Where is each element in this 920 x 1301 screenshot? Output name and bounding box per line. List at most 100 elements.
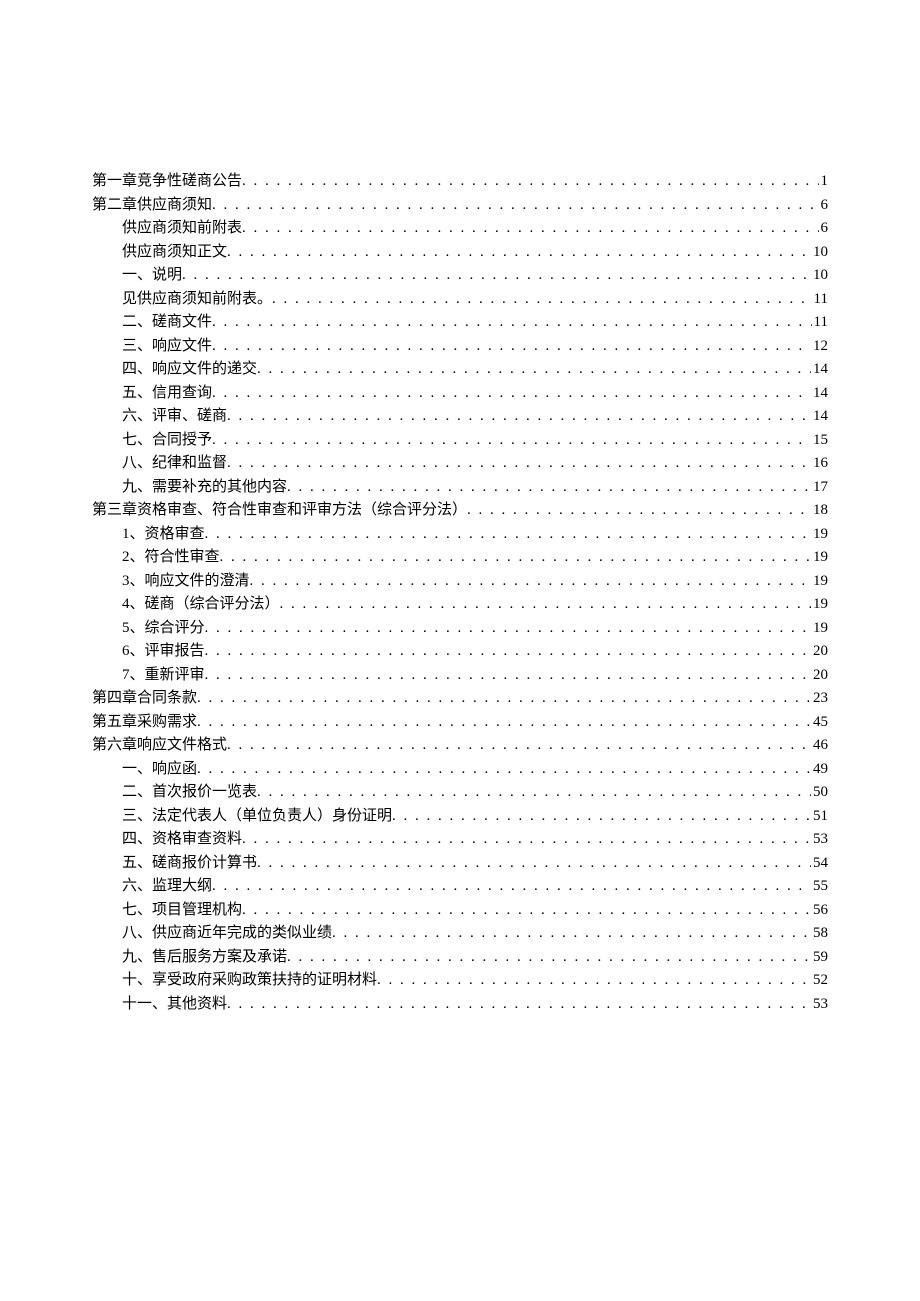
toc-entry: 4、磋商（综合评分法） 19 — [122, 593, 828, 616]
toc-entry-page: 58 — [811, 922, 828, 945]
toc-leader-dots — [197, 687, 811, 710]
toc-entry-page: 56 — [811, 899, 828, 922]
toc-entry: 四、响应文件的递交14 — [122, 358, 828, 381]
toc-entry-page: 19 — [811, 546, 828, 569]
toc-leader-dots — [212, 382, 811, 405]
toc-entry-label: 见供应商须知前附表。 — [122, 288, 272, 311]
toc-entry-label: 一、响应函 — [122, 758, 197, 781]
toc-entry: 五、信用查询 14 — [122, 382, 828, 405]
toc-entry: 第一章竞争性磋商公告 1 — [92, 170, 828, 193]
toc-leader-dots — [287, 946, 811, 969]
toc-entry-page: 15 — [811, 429, 828, 452]
toc-leader-dots — [205, 664, 811, 687]
toc-entry-label: 六、监理大纲 — [122, 875, 212, 898]
toc-entry: 1、资格审查19 — [122, 523, 828, 546]
toc-entry-page: 20 — [811, 664, 828, 687]
toc-entry-page: 49 — [811, 758, 828, 781]
toc-entry-page: 19 — [811, 593, 828, 616]
toc-entry: 7、重新评审 20 — [122, 664, 828, 687]
toc-leader-dots — [205, 523, 811, 546]
toc-entry-label: 第三章资格审查、符合性审查和评审方法（综合评分法） — [92, 499, 467, 522]
toc-leader-dots — [257, 852, 811, 875]
toc-leader-dots — [212, 194, 818, 217]
toc-entry-label: 二、磋商文件 — [122, 311, 212, 334]
toc-entry-label: 六、评审、磋商 — [122, 405, 227, 428]
toc-entry-label: 三、响应文件 — [122, 335, 212, 358]
toc-entry-page: 46 — [811, 734, 828, 757]
toc-leader-dots — [280, 593, 811, 616]
toc-leader-dots — [250, 570, 811, 593]
toc-leader-dots — [212, 429, 811, 452]
toc-leader-dots — [212, 875, 811, 898]
toc-entry-page: 19 — [811, 570, 828, 593]
toc-entry-page: 1 — [819, 170, 829, 193]
toc-entry-page: 14 — [811, 382, 828, 405]
toc-entry: 二、磋商文件 11 — [122, 311, 828, 334]
toc-entry-label: 一、说明 — [122, 264, 182, 287]
toc-entry: 5、综合评分19 — [122, 617, 828, 640]
toc-entry-label: 八、纪律和监督 — [122, 452, 227, 475]
toc-leader-dots — [227, 405, 811, 428]
toc-leader-dots — [227, 452, 811, 475]
toc-entry: 一、响应函 49 — [122, 758, 828, 781]
toc-entry-page: 14 — [811, 405, 828, 428]
toc-entry: 四、资格审查资料53 — [122, 828, 828, 851]
toc-entry: 供应商须知正文 10 — [122, 241, 828, 264]
toc-entry-label: 4、磋商（综合评分法） — [122, 593, 280, 616]
toc-leader-dots — [227, 993, 811, 1016]
toc-leader-dots — [212, 311, 812, 334]
toc-entry-label: 5、综合评分 — [122, 617, 205, 640]
toc-entry-label: 供应商须知前附表 — [122, 217, 242, 240]
toc-entry-label: 四、资格审查资料 — [122, 828, 242, 851]
toc-entry-label: 五、磋商报价计算书 — [122, 852, 257, 875]
toc-entry: 八、纪律和监督16 — [122, 452, 828, 475]
toc-entry-label: 五、信用查询 — [122, 382, 212, 405]
toc-entry: 一、说明10 — [122, 264, 828, 287]
toc-entry-page: 14 — [811, 358, 828, 381]
toc-leader-dots — [287, 476, 811, 499]
toc-entry-page: 11 — [812, 311, 828, 334]
toc-leader-dots — [212, 335, 811, 358]
toc-entry: 三、法定代表人（单位负责人）身份证明51 — [122, 805, 828, 828]
toc-leader-dots — [242, 899, 811, 922]
toc-entry-page: 12 — [811, 335, 828, 358]
toc-entry-page: 10 — [811, 241, 828, 264]
toc-entry-label: 第一章竞争性磋商公告 — [92, 170, 242, 193]
toc-leader-dots — [332, 922, 811, 945]
toc-entry: 供应商须知前附表 6 — [122, 217, 828, 240]
toc-entry-page: 11 — [812, 288, 828, 311]
toc-entry-page: 59 — [811, 946, 828, 969]
toc-entry-label: 7、重新评审 — [122, 664, 205, 687]
toc-entry-label: 2、符合性审查 — [122, 546, 220, 569]
toc-leader-dots — [377, 969, 811, 992]
toc-leader-dots — [197, 758, 811, 781]
toc-entry-label: 供应商须知正文 — [122, 241, 227, 264]
toc-leader-dots — [467, 499, 811, 522]
toc-entry-label: 七、项目管理机构 — [122, 899, 242, 922]
toc-entry-page: 55 — [811, 875, 828, 898]
toc-entry: 第三章资格审查、符合性审查和评审方法（综合评分法） 18 — [92, 499, 828, 522]
toc-leader-dots — [242, 170, 818, 193]
toc-entry: 十一、其他资料53 — [122, 993, 828, 1016]
toc-entry: 十、享受政府采购政策扶持的证明材料52 — [122, 969, 828, 992]
toc-entry-page: 52 — [811, 969, 828, 992]
toc-entry: 6、评审报告20 — [122, 640, 828, 663]
toc-leader-dots — [227, 734, 811, 757]
toc-entry-page: 50 — [811, 781, 828, 804]
toc-entry-page: 6 — [819, 217, 829, 240]
toc-leader-dots — [242, 828, 811, 851]
toc-entry-page: 54 — [811, 852, 828, 875]
toc-leader-dots — [197, 711, 811, 734]
toc-entry: 三、响应文件 12 — [122, 335, 828, 358]
toc-entry: 六、评审、磋商 14 — [122, 405, 828, 428]
toc-entry-page: 18 — [811, 499, 828, 522]
toc-leader-dots — [257, 358, 811, 381]
toc-entry-label: 八、供应商近年完成的类似业绩 — [122, 922, 332, 945]
toc-entry-label: 九、售后服务方案及承诺 — [122, 946, 287, 969]
toc-leader-dots — [257, 781, 811, 804]
toc-entry: 七、项目管理机构 56 — [122, 899, 828, 922]
toc-leader-dots — [205, 640, 811, 663]
toc-entry: 六、监理大纲 55 — [122, 875, 828, 898]
toc-leader-dots — [205, 617, 811, 640]
toc-entry-label: 1、资格审查 — [122, 523, 205, 546]
